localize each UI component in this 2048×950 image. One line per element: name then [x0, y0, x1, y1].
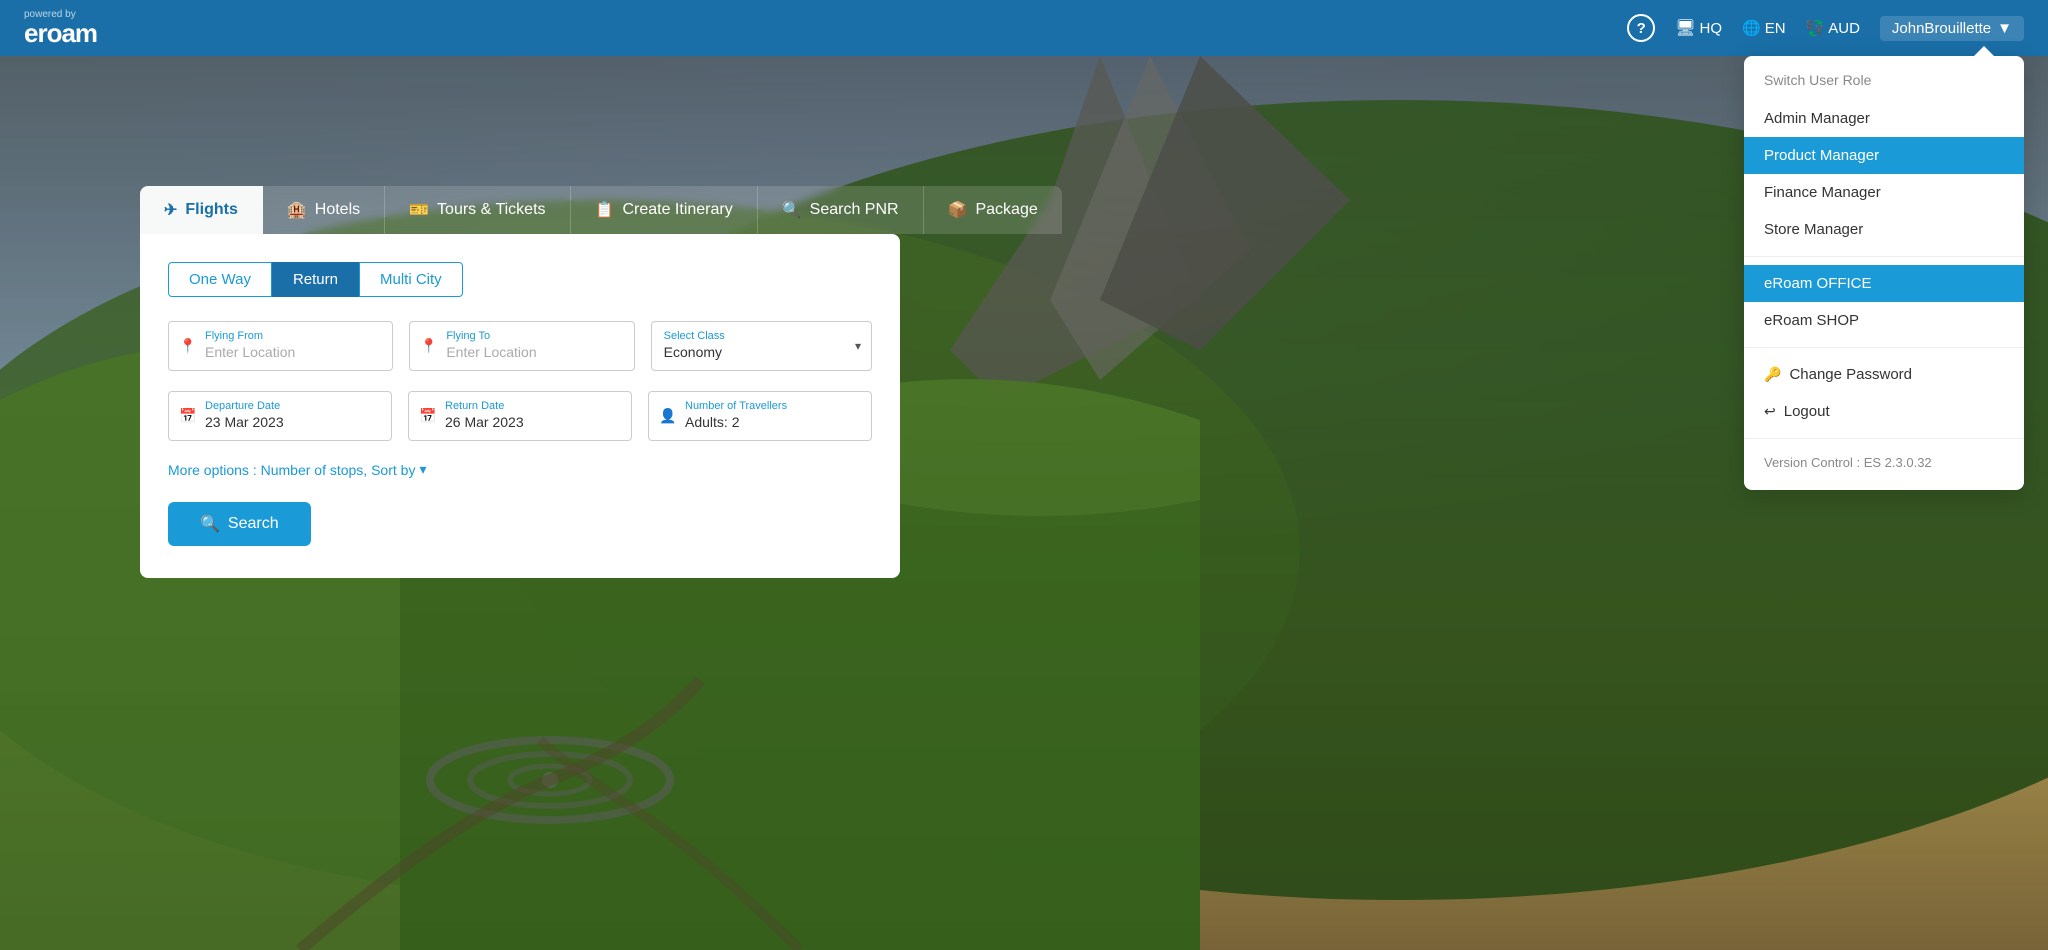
multi-city-button[interactable]: Multi City — [359, 262, 463, 297]
version-text: Version Control : ES 2.3.0.32 — [1744, 447, 2024, 478]
dropdown-divider-2 — [1744, 347, 2024, 348]
eroam-office-label: eRoam OFFICE — [1764, 275, 1872, 292]
currency-icon: 💱 — [1806, 19, 1825, 37]
location-to-icon: 📍 — [420, 338, 437, 355]
return-date-value: 26 Mar 2023 — [445, 414, 524, 430]
flights-icon: ✈ — [164, 200, 177, 220]
more-options-link[interactable]: More options : Number of stops, Sort by … — [168, 461, 872, 478]
flying-to-label: Flying To — [446, 330, 621, 342]
return-date-label: Return Date — [445, 400, 619, 412]
more-options-chevron-icon: ▾ — [419, 461, 426, 478]
search-button-icon: 🔍 — [200, 514, 220, 534]
tours-icon: 🎫 — [409, 200, 429, 220]
tab-package[interactable]: 📦 Package — [924, 186, 1062, 234]
navbar: powered by eroam ? 🖥 HQ 🌐 EN 💱 AUD JohnB… — [0, 0, 2048, 56]
tab-pnr[interactable]: 🔍 Search PNR — [758, 186, 924, 234]
tab-hotels-label: Hotels — [315, 201, 360, 219]
user-caret-icon: ▼ — [1997, 20, 2012, 37]
dropdown-item-finance[interactable]: Finance Manager — [1744, 174, 2024, 211]
key-icon: 🔑 — [1764, 366, 1781, 383]
fields-row-2: 📅 Departure Date 23 Mar 2023 📅 Return Da… — [168, 391, 872, 441]
itinerary-icon: 📋 — [595, 200, 615, 220]
navbar-right: ? 🖥 HQ 🌐 EN 💱 AUD JohnBrouillette ▼ — [1627, 14, 2024, 42]
user-menu-trigger[interactable]: JohnBrouillette ▼ — [1880, 16, 2024, 41]
admin-manager-label: Admin Manager — [1764, 110, 1870, 127]
tab-flights-label: Flights — [185, 201, 237, 219]
package-icon: 📦 — [948, 200, 968, 220]
search-button-label: Search — [228, 515, 279, 533]
one-way-button[interactable]: One Way — [168, 262, 272, 297]
calendar-departure-icon: 📅 — [179, 408, 196, 425]
finance-manager-label: Finance Manager — [1764, 184, 1881, 201]
hq-link[interactable]: 🖥 HQ — [1675, 18, 1722, 38]
currency-selector[interactable]: 💱 AUD — [1806, 19, 1860, 37]
travellers-value: Adults: 2 — [685, 414, 739, 430]
flying-to-field[interactable]: 📍 Flying To Enter Location — [409, 321, 634, 371]
departure-date-value: 23 Mar 2023 — [205, 414, 284, 430]
class-value: Economy — [664, 344, 722, 360]
calendar-return-icon: 📅 — [419, 408, 436, 425]
dropdown-title: Switch User Role — [1744, 64, 2024, 100]
logout-label: Logout — [1784, 403, 1830, 420]
return-date-field[interactable]: 📅 Return Date 26 Mar 2023 — [408, 391, 632, 441]
travellers-icon: 👤 — [659, 408, 676, 425]
hq-icon: 🖥 — [1675, 18, 1695, 38]
change-password-label: Change Password — [1789, 366, 1912, 383]
dropdown-caret — [1974, 46, 1994, 56]
flying-from-field[interactable]: 📍 Flying From Enter Location — [168, 321, 393, 371]
brand-name: eroam — [24, 20, 97, 46]
dropdown-item-store[interactable]: Store Manager — [1744, 211, 2024, 248]
dropdown-item-admin[interactable]: Admin Manager — [1744, 100, 2024, 137]
dropdown-item-change-password[interactable]: 🔑 Change Password — [1744, 356, 2024, 393]
fields-row-1: 📍 Flying From Enter Location 📍 Flying To… — [168, 321, 872, 371]
tab-itinerary[interactable]: 📋 Create Itinerary — [571, 186, 758, 234]
class-select-field[interactable]: Select Class Economy ▾ — [651, 321, 872, 371]
tab-package-label: Package — [975, 201, 1037, 219]
trip-type-selector: One Way Return Multi City — [168, 262, 872, 297]
tab-flights[interactable]: ✈ Flights — [140, 186, 263, 234]
tab-pnr-label: Search PNR — [810, 201, 899, 219]
travellers-label: Number of Travellers — [685, 400, 859, 412]
location-from-icon: 📍 — [179, 338, 196, 355]
pnr-icon: 🔍 — [782, 200, 802, 220]
dropdown-divider-3 — [1744, 438, 2024, 439]
eroam-shop-label: eRoam SHOP — [1764, 312, 1859, 329]
dropdown-item-shop[interactable]: eRoam SHOP — [1744, 302, 2024, 339]
tab-tours-label: Tours & Tickets — [437, 201, 545, 219]
tab-tours[interactable]: 🎫 Tours & Tickets — [385, 186, 570, 234]
tab-itinerary-label: Create Itinerary — [622, 201, 732, 219]
class-dropdown-icon: ▾ — [855, 339, 861, 353]
hotels-icon: 🏨 — [287, 200, 307, 220]
search-panel: One Way Return Multi City 📍 Flying From … — [140, 234, 900, 578]
language-selector[interactable]: 🌐 EN — [1742, 19, 1786, 37]
brand[interactable]: powered by eroam — [24, 10, 97, 46]
user-dropdown-menu: Switch User Role Admin Manager Product M… — [1744, 56, 2024, 490]
flying-from-label: Flying From — [205, 330, 380, 342]
tab-hotels[interactable]: 🏨 Hotels — [263, 186, 385, 234]
dropdown-item-office[interactable]: eRoam OFFICE — [1744, 265, 2024, 302]
dropdown-item-logout[interactable]: ↩ Logout — [1744, 393, 2024, 430]
store-manager-label: Store Manager — [1764, 221, 1863, 238]
product-manager-label: Product Manager — [1764, 147, 1879, 164]
flying-from-placeholder: Enter Location — [205, 344, 295, 360]
logout-icon: ↩ — [1764, 403, 1776, 420]
more-options-text: More options : Number of stops, Sort by — [168, 462, 415, 478]
dropdown-item-product[interactable]: Product Manager — [1744, 137, 2024, 174]
return-button[interactable]: Return — [272, 262, 359, 297]
departure-date-label: Departure Date — [205, 400, 379, 412]
class-label: Select Class — [664, 330, 839, 342]
help-icon[interactable]: ? — [1627, 14, 1655, 42]
dropdown-divider-1 — [1744, 256, 2024, 257]
search-button[interactable]: 🔍 Search — [168, 502, 311, 546]
departure-date-field[interactable]: 📅 Departure Date 23 Mar 2023 — [168, 391, 392, 441]
travellers-field[interactable]: 👤 Number of Travellers Adults: 2 — [648, 391, 872, 441]
user-name: JohnBrouillette — [1892, 20, 1991, 37]
globe-icon: 🌐 — [1742, 19, 1761, 37]
flying-to-placeholder: Enter Location — [446, 344, 536, 360]
